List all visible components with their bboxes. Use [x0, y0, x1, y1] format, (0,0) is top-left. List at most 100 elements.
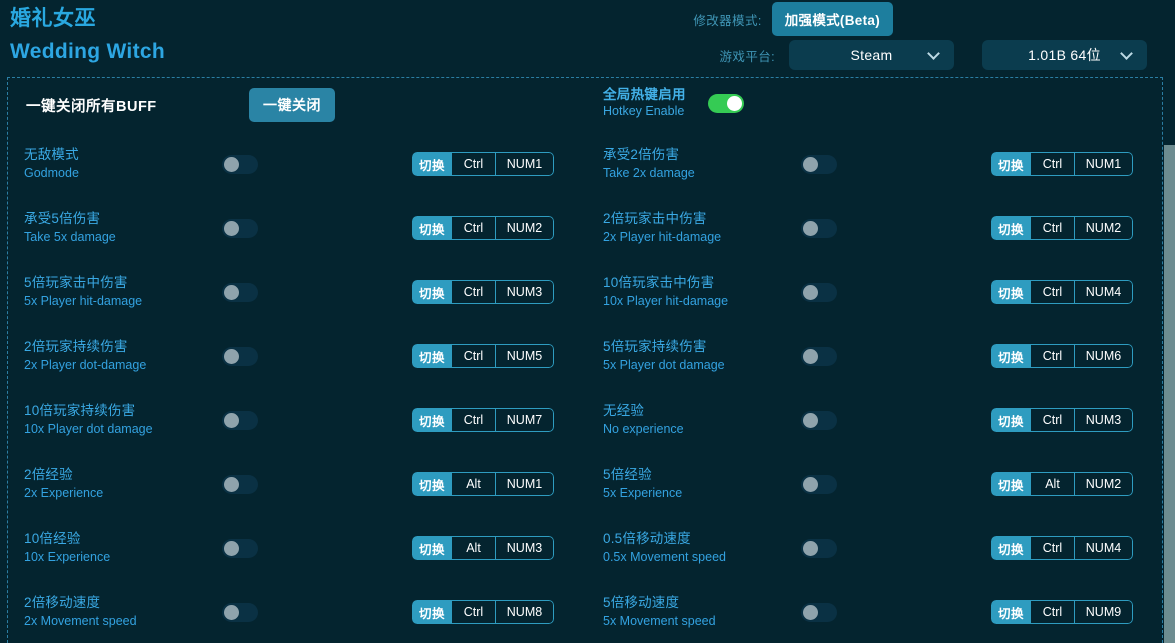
- hotkey-group[interactable]: 切换 Alt NUM2: [990, 472, 1133, 496]
- hotkey-modifier-key[interactable]: Ctrl: [452, 344, 496, 368]
- trainer-mode-button[interactable]: 加强模式(Beta): [771, 2, 893, 36]
- hotkey-main-key[interactable]: NUM5: [496, 344, 554, 368]
- hotkey-toggle-badge[interactable]: 切换: [411, 536, 452, 560]
- hotkey-modifier-key[interactable]: Ctrl: [452, 280, 496, 304]
- hotkey-group[interactable]: 切换 Ctrl NUM9: [990, 600, 1133, 624]
- hotkey-main-key[interactable]: NUM1: [496, 152, 554, 176]
- cheat-label-cn: 2倍玩家持续伤害: [24, 339, 128, 354]
- hotkey-main-key[interactable]: NUM3: [1075, 408, 1133, 432]
- cheat-toggle[interactable]: [222, 154, 258, 174]
- hotkey-main-key[interactable]: NUM1: [1075, 152, 1133, 176]
- hotkey-toggle-badge[interactable]: 切换: [990, 152, 1031, 176]
- hotkey-modifier-key[interactable]: Ctrl: [1031, 216, 1075, 240]
- cheat-labels: 承受5倍伤害 Take 5x damage: [24, 210, 200, 246]
- platform-select[interactable]: Steam: [789, 40, 954, 70]
- hotkey-modifier-key[interactable]: Alt: [452, 536, 496, 560]
- hotkey-main-key[interactable]: NUM3: [496, 536, 554, 560]
- hotkey-group[interactable]: 切换 Ctrl NUM1: [990, 152, 1133, 176]
- close-all-button[interactable]: 一键关闭: [249, 88, 335, 122]
- hotkey-modifier-key[interactable]: Ctrl: [452, 600, 496, 624]
- cheat-toggle-cell: [200, 474, 330, 494]
- cheat-toggle[interactable]: [801, 538, 837, 558]
- cheat-labels: 10倍经验 10x Experience: [24, 530, 200, 566]
- hotkey-group[interactable]: 切换 Ctrl NUM7: [411, 408, 554, 432]
- cheat-toggle[interactable]: [222, 282, 258, 302]
- hotkey-main-key[interactable]: NUM3: [496, 280, 554, 304]
- cheat-toggle[interactable]: [801, 218, 837, 238]
- version-select[interactable]: 1.01B 64位: [982, 40, 1147, 70]
- hotkey-toggle-badge[interactable]: 切换: [411, 600, 452, 624]
- toggle-knob: [803, 348, 818, 364]
- hotkey-group[interactable]: 切换 Ctrl NUM4: [990, 536, 1133, 560]
- hotkey-modifier-key[interactable]: Ctrl: [452, 152, 496, 176]
- hotkey-modifier-key[interactable]: Ctrl: [1031, 152, 1075, 176]
- cheat-labels: 10倍玩家击中伤害 10x Player hit-damage: [603, 274, 779, 310]
- hotkey-toggle-badge[interactable]: 切换: [411, 344, 452, 368]
- cheat-toggle[interactable]: [222, 538, 258, 558]
- hotkey-toggle-badge[interactable]: 切换: [990, 408, 1031, 432]
- hotkey-modifier-key[interactable]: Ctrl: [1031, 536, 1075, 560]
- cheat-label-cn: 无经验: [603, 403, 645, 418]
- hotkey-modifier-key[interactable]: Ctrl: [1031, 344, 1075, 368]
- cheat-toggle[interactable]: [222, 602, 258, 622]
- cheat-labels: 承受2倍伤害 Take 2x damage: [603, 146, 779, 182]
- cheat-toggle[interactable]: [801, 154, 837, 174]
- hotkey-modifier-key[interactable]: Ctrl: [1031, 280, 1075, 304]
- hotkey-enable-toggle[interactable]: [708, 93, 744, 113]
- hotkey-group[interactable]: 切换 Alt NUM3: [411, 536, 554, 560]
- cheat-toggle[interactable]: [222, 346, 258, 366]
- hotkey-main-key[interactable]: NUM2: [496, 216, 554, 240]
- hotkey-group[interactable]: 切换 Ctrl NUM4: [990, 280, 1133, 304]
- cheat-row: 2倍玩家持续伤害 2x Player dot-damage 切换 Ctrl NUM5: [24, 333, 586, 379]
- hotkey-group[interactable]: 切换 Ctrl NUM3: [411, 280, 554, 304]
- hotkey-toggle-badge[interactable]: 切换: [990, 280, 1031, 304]
- hotkey-main-key[interactable]: NUM9: [1075, 600, 1133, 624]
- hotkey-modifier-key[interactable]: Ctrl: [1031, 600, 1075, 624]
- cheat-toggle[interactable]: [801, 282, 837, 302]
- cheat-toggle[interactable]: [222, 410, 258, 430]
- cheat-toggle[interactable]: [222, 474, 258, 494]
- cheat-toggle[interactable]: [801, 602, 837, 622]
- hotkey-toggle-badge[interactable]: 切换: [990, 344, 1031, 368]
- cheat-toggle[interactable]: [801, 410, 837, 430]
- hotkey-group[interactable]: 切换 Alt NUM1: [411, 472, 554, 496]
- hotkey-main-key[interactable]: NUM7: [496, 408, 554, 432]
- hotkey-main-key[interactable]: NUM2: [1075, 472, 1133, 496]
- hotkey-group[interactable]: 切换 Ctrl NUM8: [411, 600, 554, 624]
- hotkey-toggle-badge[interactable]: 切换: [411, 408, 452, 432]
- hotkey-group[interactable]: 切换 Ctrl NUM6: [990, 344, 1133, 368]
- hotkey-modifier-key[interactable]: Alt: [1031, 472, 1075, 496]
- hotkey-group[interactable]: 切换 Ctrl NUM2: [990, 216, 1133, 240]
- hotkey-modifier-key[interactable]: Ctrl: [452, 408, 496, 432]
- hotkey-toggle-badge[interactable]: 切换: [990, 536, 1031, 560]
- hotkey-toggle-badge[interactable]: 切换: [990, 472, 1031, 496]
- hotkey-toggle-badge[interactable]: 切换: [411, 216, 452, 240]
- cheat-toggle[interactable]: [801, 346, 837, 366]
- hotkey-main-key[interactable]: NUM4: [1075, 280, 1133, 304]
- scrollbar-thumb[interactable]: [1164, 145, 1175, 643]
- cheat-toggle-cell: [779, 474, 909, 494]
- hotkey-modifier-key[interactable]: Ctrl: [452, 216, 496, 240]
- hotkey-modifier-key[interactable]: Alt: [452, 472, 496, 496]
- hotkey-main-key[interactable]: NUM6: [1075, 344, 1133, 368]
- cheat-label-en: 2x Experience: [24, 486, 104, 500]
- hotkey-main-key[interactable]: NUM8: [496, 600, 554, 624]
- hotkey-toggle-badge[interactable]: 切换: [411, 152, 452, 176]
- cheat-labels: 2倍移动速度 2x Movement speed: [24, 594, 200, 630]
- hotkey-main-key[interactable]: NUM4: [1075, 536, 1133, 560]
- hotkey-group[interactable]: 切换 Ctrl NUM5: [411, 344, 554, 368]
- vertical-scrollbar[interactable]: [1164, 0, 1175, 643]
- hotkey-toggle-badge[interactable]: 切换: [990, 216, 1031, 240]
- hotkey-modifier-key[interactable]: Ctrl: [1031, 408, 1075, 432]
- app-header: 婚礼女巫 Wedding Witch 修改器模式: 加强模式(Beta) 游戏平…: [0, 0, 1175, 77]
- hotkey-main-key[interactable]: NUM1: [496, 472, 554, 496]
- hotkey-toggle-badge[interactable]: 切换: [411, 472, 452, 496]
- cheat-toggle[interactable]: [222, 218, 258, 238]
- hotkey-group[interactable]: 切换 Ctrl NUM1: [411, 152, 554, 176]
- hotkey-group[interactable]: 切换 Ctrl NUM3: [990, 408, 1133, 432]
- hotkey-toggle-badge[interactable]: 切换: [990, 600, 1031, 624]
- hotkey-toggle-badge[interactable]: 切换: [411, 280, 452, 304]
- hotkey-main-key[interactable]: NUM2: [1075, 216, 1133, 240]
- cheat-toggle[interactable]: [801, 474, 837, 494]
- hotkey-group[interactable]: 切换 Ctrl NUM2: [411, 216, 554, 240]
